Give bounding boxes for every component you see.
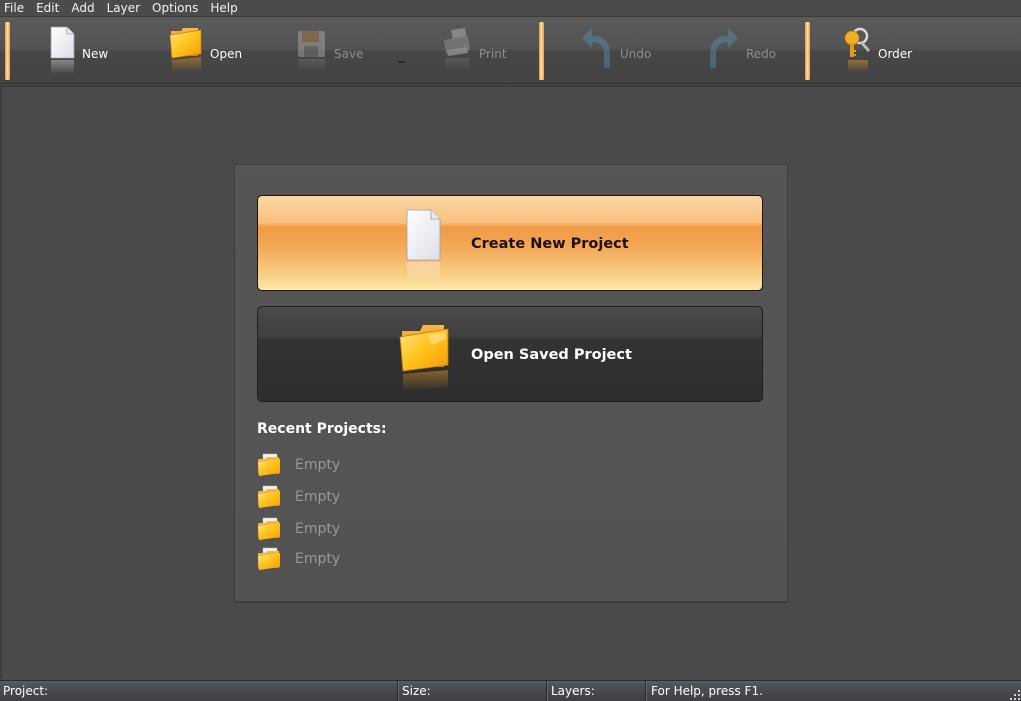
open-button[interactable]: Open <box>168 25 242 79</box>
create-new-project-label: Create New Project <box>471 236 629 252</box>
toolbar-separator <box>539 22 544 80</box>
redo-button[interactable]: Redo <box>706 25 776 79</box>
recent-projects-heading: Recent Projects: <box>257 421 387 437</box>
folder-icon <box>258 517 280 540</box>
status-bar: Project: Size: Layers: For Help, press F… <box>0 680 1021 701</box>
menu-file[interactable]: File <box>0 1 30 15</box>
undo-arrow-icon <box>582 28 610 68</box>
folder-icon <box>169 28 202 72</box>
menu-edit[interactable]: Edit <box>30 1 65 15</box>
folder-icon <box>258 547 280 570</box>
save-label: Save <box>334 47 364 61</box>
new-button[interactable]: New <box>48 25 108 79</box>
resize-grip[interactable] <box>1010 690 1020 700</box>
order-button[interactable]: Order <box>842 25 912 79</box>
recent-project-label: Empty <box>295 489 341 505</box>
recent-project-label: Empty <box>295 521 341 537</box>
folder-icon <box>258 453 280 476</box>
printer-icon <box>444 28 470 70</box>
open-label: Open <box>210 47 243 61</box>
recent-project-label: Empty <box>295 457 341 473</box>
status-project: Project: <box>0 681 398 701</box>
recent-project-label: Empty <box>295 551 341 567</box>
toolbar: New Open Save Print Undo Redo Order <box>0 16 1021 84</box>
recent-project-item[interactable]: Empty <box>257 545 340 573</box>
redo-label: Redo <box>746 47 777 61</box>
document-icon <box>406 209 441 284</box>
menu-layer[interactable]: Layer <box>101 1 146 15</box>
print-label: Print <box>479 47 507 61</box>
document-icon <box>50 26 75 74</box>
keys-icon <box>844 27 870 72</box>
new-label: New <box>82 47 109 61</box>
menu-bar: File Edit Add Layer Options Help <box>0 0 1021 16</box>
save-button[interactable]: Save <box>296 25 363 79</box>
open-saved-project-button[interactable]: Open Saved Project <box>257 306 763 402</box>
undo-label: Undo <box>620 47 652 61</box>
toolbar-dash-separator <box>398 61 405 63</box>
create-new-project-button[interactable]: Create New Project <box>257 195 763 291</box>
start-panel: Create New Project Open Saved Project Re… <box>234 164 788 602</box>
toolbar-separator <box>5 22 10 80</box>
menu-help[interactable]: Help <box>204 1 243 15</box>
menu-add[interactable]: Add <box>65 1 100 15</box>
status-layers: Layers: <box>547 681 646 701</box>
toolbar-separator <box>805 22 810 80</box>
folder-icon <box>258 485 280 508</box>
floppy-disk-icon <box>298 31 325 71</box>
undo-button[interactable]: Undo <box>580 25 651 79</box>
open-saved-project-label: Open Saved Project <box>471 347 632 363</box>
folder-icon <box>399 325 449 391</box>
redo-arrow-icon <box>710 28 738 68</box>
recent-project-item[interactable]: Empty <box>257 449 340 481</box>
recent-project-item[interactable]: Empty <box>257 481 340 513</box>
print-button[interactable]: Print <box>441 25 507 79</box>
recent-project-item[interactable]: Empty <box>257 513 340 545</box>
status-size: Size: <box>398 681 547 701</box>
status-help: For Help, press F1. <box>651 684 763 698</box>
order-label: Order <box>878 47 913 61</box>
menu-options[interactable]: Options <box>146 1 204 15</box>
recent-projects-list: Empty Empty Empty Empty <box>257 449 340 573</box>
